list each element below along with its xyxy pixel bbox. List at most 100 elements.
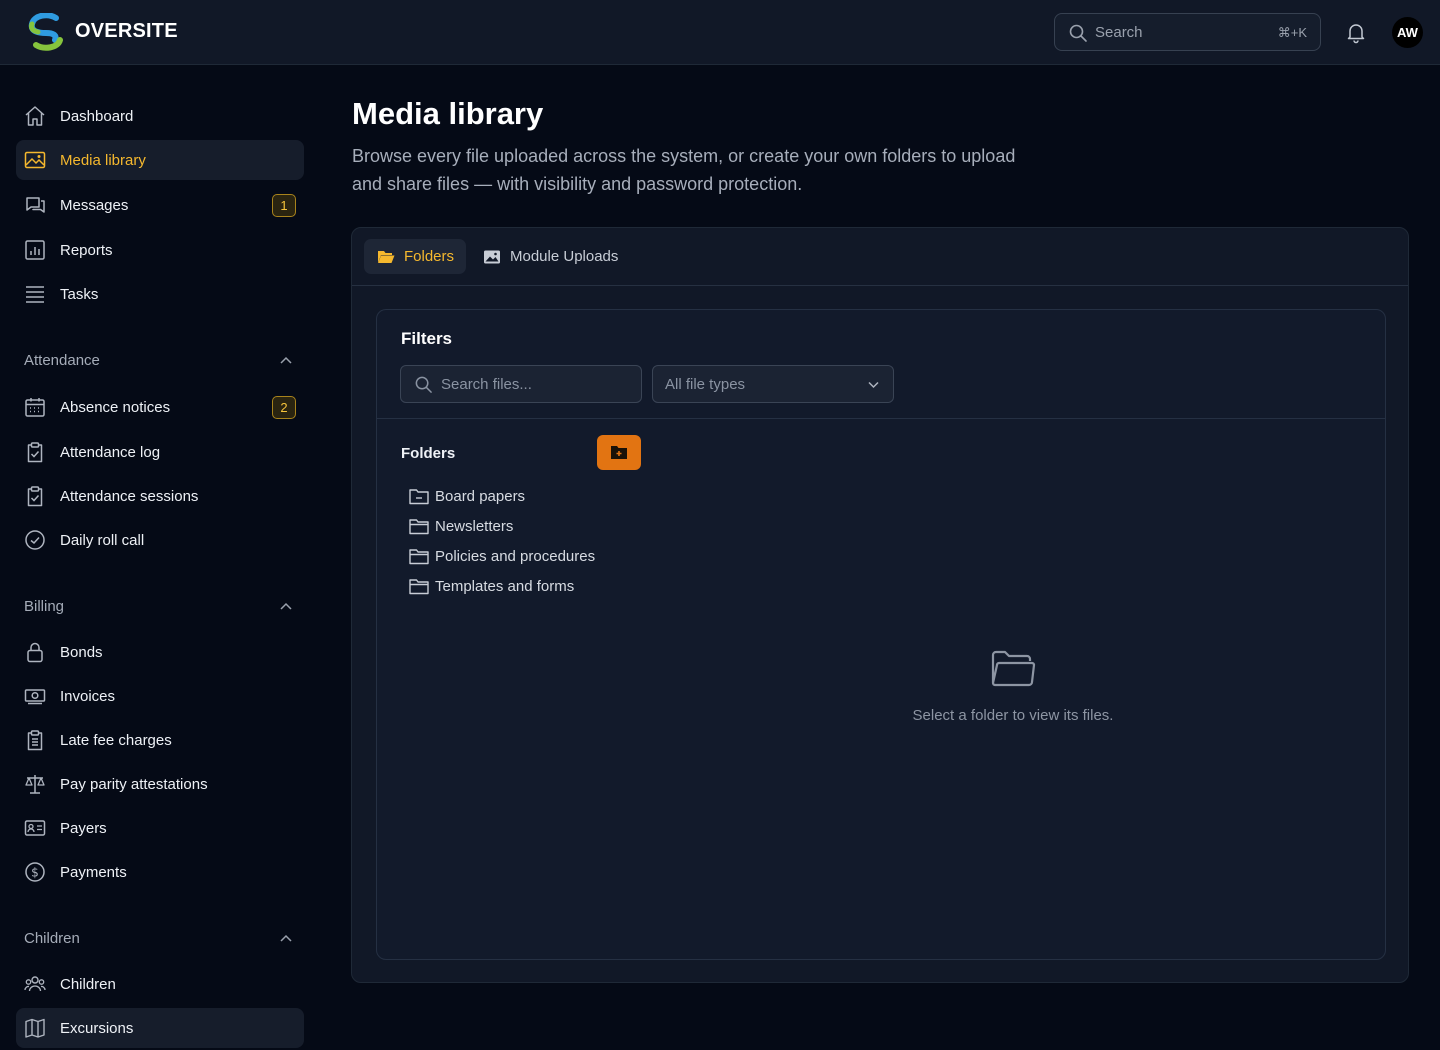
sidebar-item-attendance-sessions[interactable]: Attendance sessions xyxy=(16,476,304,516)
chevron-up-icon[interactable] xyxy=(278,353,294,369)
clipboard-list-icon xyxy=(27,730,43,751)
folder-item-policies-and-procedures[interactable]: Policies and procedures xyxy=(409,545,649,569)
lock-icon xyxy=(27,642,43,663)
sidebar-item-label: Pay parity attestations xyxy=(60,776,208,793)
folder-icon xyxy=(409,549,429,565)
file-search-placeholder: Search files... xyxy=(441,376,532,393)
tab-module-uploads[interactable]: Module Uploads xyxy=(470,239,622,274)
sidebar-item-label: Invoices xyxy=(60,688,116,705)
sidebar-item-daily-roll-call[interactable]: Daily roll call xyxy=(16,520,304,560)
id-card-icon xyxy=(24,820,46,836)
sidebar-item-tasks[interactable]: Tasks xyxy=(16,274,304,314)
oversite-logo[interactable] xyxy=(26,13,66,51)
folder-item-board-papers[interactable]: Board papers xyxy=(409,485,649,509)
sidebar-item-label: Dashboard xyxy=(60,108,134,125)
media-panel: Folders Module Uploads Filters Search fi… xyxy=(351,227,1409,983)
banknote-icon xyxy=(24,689,46,705)
filters-title: Filters xyxy=(401,329,453,348)
section-billing[interactable]: Billing xyxy=(24,595,296,619)
global-search[interactable]: Search ⌘+K xyxy=(1054,13,1321,51)
section-title: Children xyxy=(24,930,80,947)
sidebar-item-excursions[interactable]: Excursions xyxy=(16,1008,304,1048)
sidebar-item-late-fee-charges[interactable]: Late fee charges xyxy=(16,720,304,760)
absence-count-badge: 2 xyxy=(272,396,296,419)
chat-icon xyxy=(26,197,45,213)
sidebar-item-pay-parity-attestations[interactable]: Pay parity attestations xyxy=(16,764,304,804)
folder-open-icon xyxy=(378,251,395,263)
sidebar-item-payments[interactable]: $ Payments xyxy=(16,852,304,892)
bell-icon[interactable] xyxy=(1344,20,1368,44)
top-bar: OVERSITE Search ⌘+K AW xyxy=(0,0,1440,65)
sidebar-item-label: Payments xyxy=(60,864,127,881)
sidebar-item-children[interactable]: Children xyxy=(16,964,304,1004)
section-title: Billing xyxy=(24,598,65,615)
svg-text:$: $ xyxy=(31,866,39,880)
user-avatar[interactable]: AW xyxy=(1392,17,1423,48)
folders-card: Filters Search files... All file types F… xyxy=(376,309,1386,960)
map-icon xyxy=(25,1018,45,1038)
sidebar-item-attendance-log[interactable]: Attendance log xyxy=(16,432,304,472)
file-search-input[interactable]: Search files... xyxy=(400,365,642,403)
image-icon xyxy=(484,250,500,264)
section-title: Attendance xyxy=(24,352,100,369)
file-type-value: All file types xyxy=(665,376,746,393)
messages-count-badge: 1 xyxy=(272,194,296,217)
scale-icon xyxy=(25,775,45,794)
clipboard-check-icon xyxy=(27,442,43,463)
folder-icon xyxy=(409,579,429,595)
chart-icon xyxy=(25,240,45,260)
chevron-down-icon xyxy=(868,381,879,389)
sidebar-item-media-library[interactable]: Media library xyxy=(16,140,304,180)
sidebar-item-label: Absence notices xyxy=(60,399,171,416)
home-icon xyxy=(25,106,45,126)
tab-bar: Folders Module Uploads xyxy=(352,228,1408,286)
search-shortcut: ⌘+K xyxy=(1277,25,1307,40)
chevron-up-icon[interactable] xyxy=(278,599,294,615)
sidebar-item-invoices[interactable]: Invoices xyxy=(16,676,304,716)
users-icon xyxy=(24,976,46,992)
add-folder-button[interactable] xyxy=(597,435,641,470)
folder-plus-icon xyxy=(611,446,627,459)
sidebar-item-dashboard[interactable]: Dashboard xyxy=(16,96,304,136)
clipboard-check-icon xyxy=(27,486,43,507)
sidebar: Dashboard Media library Messages 1 Repor… xyxy=(0,65,320,1050)
folders-heading: Folders xyxy=(401,445,456,462)
sidebar-item-messages[interactable]: Messages 1 xyxy=(16,185,304,225)
sidebar-item-label: Attendance log xyxy=(60,444,161,461)
empty-state-message: Select a folder to view its files. xyxy=(912,707,1114,724)
folder-icon xyxy=(409,489,429,505)
sidebar-item-label: Tasks xyxy=(60,286,99,303)
chevron-up-icon[interactable] xyxy=(278,931,294,947)
tab-label: Folders xyxy=(404,248,455,265)
section-attendance[interactable]: Attendance xyxy=(24,349,296,373)
sidebar-item-label: Messages xyxy=(60,197,129,214)
tab-label: Module Uploads xyxy=(510,248,619,265)
page-title: Media library xyxy=(352,96,544,131)
sidebar-item-reports[interactable]: Reports xyxy=(16,230,304,270)
sidebar-item-label: Late fee charges xyxy=(60,732,172,749)
sidebar-item-label: Reports xyxy=(60,242,113,259)
check-circle-icon xyxy=(25,530,45,550)
folder-item-templates-and-forms[interactable]: Templates and forms xyxy=(409,575,649,599)
file-type-select[interactable]: All file types xyxy=(652,365,894,403)
brand-name: OVERSITE xyxy=(75,20,178,42)
sidebar-item-absence-notices[interactable]: Absence notices 2 xyxy=(16,387,304,427)
sidebar-item-label: Attendance sessions xyxy=(60,488,199,505)
calendar-icon xyxy=(25,398,45,417)
page-description: Browse every file uploaded across the sy… xyxy=(352,146,1016,194)
sidebar-item-label: Daily roll call xyxy=(60,532,145,549)
section-children[interactable]: Children xyxy=(24,927,296,951)
sidebar-item-label: Children xyxy=(60,976,116,993)
sidebar-item-bonds[interactable]: Bonds xyxy=(16,632,304,672)
folder-label: Newsletters xyxy=(435,518,514,535)
tab-folders[interactable]: Folders xyxy=(364,239,466,274)
search-icon xyxy=(1069,24,1087,42)
folder-label: Board papers xyxy=(435,488,526,505)
folder-item-newsletters[interactable]: Newsletters xyxy=(409,515,649,539)
sidebar-item-payers[interactable]: Payers xyxy=(16,808,304,848)
sidebar-item-label: Bonds xyxy=(60,644,103,661)
search-placeholder: Search xyxy=(1095,24,1143,41)
empty-folder-icon xyxy=(991,650,1036,687)
sidebar-item-label: Excursions xyxy=(60,1020,134,1037)
list-icon xyxy=(26,286,44,303)
